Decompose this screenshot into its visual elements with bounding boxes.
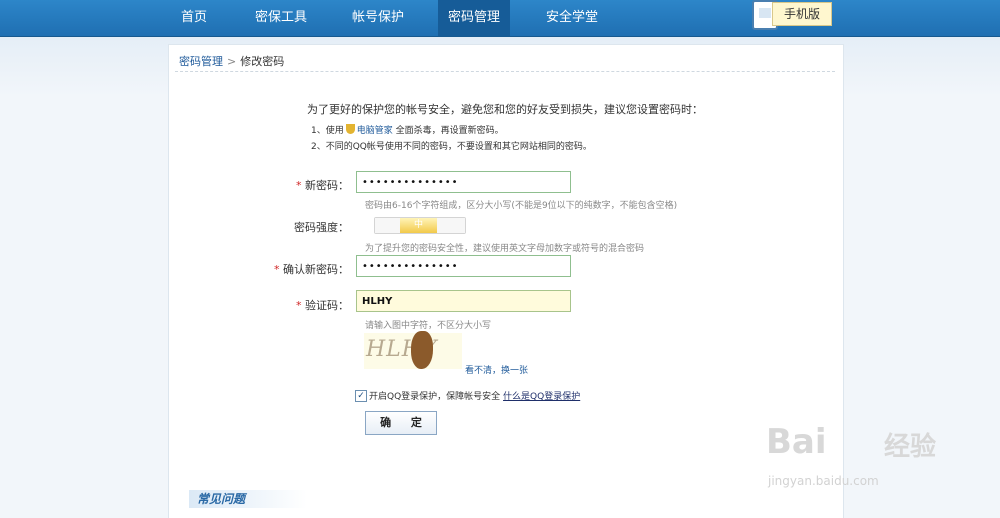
nav-password-management[interactable]: 密码管理	[438, 0, 510, 36]
login-protection-checkbox[interactable]: ✓	[355, 390, 367, 402]
tip-2: 2、不同的QQ帐号使用不同的密码，不要设置和其它网站相同的密码。	[311, 142, 592, 152]
nav-account-protection[interactable]: 帐号保护	[338, 0, 418, 36]
nav-home[interactable]: 首页	[168, 0, 220, 36]
new-password-input[interactable]: ••••••••••••••	[356, 171, 571, 193]
captcha-input[interactable]: HLHY	[356, 290, 571, 312]
confirm-password-input[interactable]: ••••••••••••••	[356, 255, 571, 277]
captcha-label: * 验证码：	[296, 299, 349, 312]
captcha-noise-blob	[411, 331, 433, 369]
watermark-brand: Bai	[766, 422, 827, 462]
captcha-image[interactable]: HLHY	[364, 331, 462, 369]
nav-security-school[interactable]: 安全学堂	[532, 0, 612, 36]
login-protection-help-link[interactable]: 什么是QQ登录保护	[503, 392, 580, 402]
new-password-label: * 新密码：	[296, 179, 349, 192]
strength-hint: 为了提升您的密码安全性，建议使用英文字母加数字或符号的混合密码	[365, 244, 645, 254]
strength-label: 密码强度：	[294, 221, 349, 234]
breadcrumb-current: 修改密码	[240, 55, 285, 68]
breadcrumb-separator: >	[227, 55, 237, 68]
new-password-hint: 密码由6-16个字符组成，区分大小写(不能是9位以下的纯数字，不能包含空格)	[365, 201, 678, 211]
top-nav-bar: 首页 密保工具 帐号保护 密码管理 安全学堂 手机版	[0, 0, 1000, 37]
strength-high-segment	[437, 218, 465, 233]
faq-title: 常见问题	[189, 490, 307, 508]
confirm-password-label: * 确认新密码：	[274, 263, 349, 276]
password-strength-meter: 中	[374, 217, 466, 234]
refresh-captcha-link[interactable]: 看不清，换一张	[465, 363, 528, 376]
baidu-jingyan-watermark: Bai 经验 jingyan.baidu.com	[766, 422, 946, 502]
tip-1-prefix: 1、使用	[311, 126, 344, 136]
breadcrumb-parent-link[interactable]: 密码管理	[179, 55, 223, 68]
breadcrumb: 密码管理 > 修改密码	[179, 53, 284, 69]
strength-medium-segment: 中	[400, 218, 437, 233]
login-protection-label: 开启QQ登录保护，保障帐号安全 什么是QQ登录保护	[369, 389, 580, 402]
main-panel: 密码管理 > 修改密码 为了更好的保护您的帐号安全，避免您和您的好友受到损失，建议您…	[168, 44, 844, 518]
pc-manager-link[interactable]: 电脑管家	[357, 126, 393, 136]
watermark-brand-suffix: 经验	[884, 432, 937, 462]
mobile-version-label: 手机版	[772, 2, 832, 26]
captcha-hint: 请输入图中字符，不区分大小写	[365, 321, 492, 331]
nav-security-tools[interactable]: 密保工具	[240, 0, 322, 36]
intro-text: 为了更好的保护您的帐号安全，避免您和您的好友受到损失，建议您设置密码时：	[307, 103, 703, 116]
watermark-domain: jingyan.baidu.com	[768, 474, 879, 488]
submit-button[interactable]: 确 定	[365, 411, 437, 435]
mobile-version-badge[interactable]: 手机版	[742, 0, 832, 30]
tip-1: 1、使用 电脑管家 全面杀毒，再设置新密码。	[311, 123, 504, 136]
strength-low-segment	[375, 218, 400, 233]
tip-1-suffix: 全面杀毒，再设置新密码。	[395, 126, 504, 136]
pc-manager-shield-icon	[345, 124, 355, 134]
breadcrumb-divider	[175, 71, 835, 72]
login-protection-text: 开启QQ登录保护，保障帐号安全	[369, 392, 501, 402]
